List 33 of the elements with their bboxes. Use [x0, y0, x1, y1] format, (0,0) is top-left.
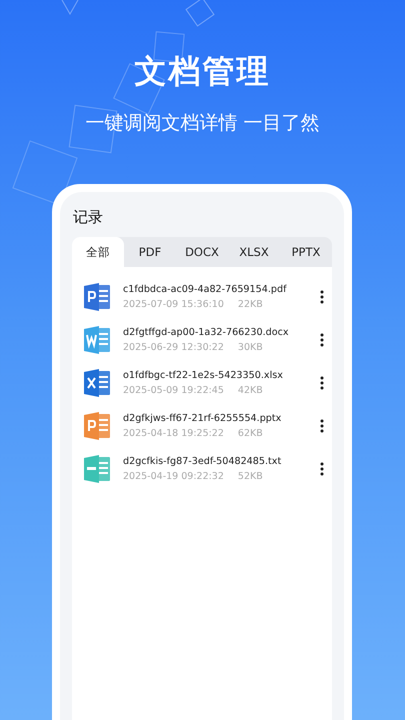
more-icon[interactable]	[320, 332, 324, 346]
file-size: 62KB	[238, 428, 263, 438]
file-date: 2025-04-19 09:22:32	[123, 470, 224, 482]
document-icon	[84, 368, 112, 398]
tab[interactable]: 全部	[72, 237, 124, 267]
screen-title: 记录	[73, 208, 104, 227]
tab[interactable]: DOCX	[176, 237, 228, 267]
file-date: 2025-05-09 19:22:45	[123, 384, 224, 396]
headline: 文档管理	[134, 51, 270, 92]
tab[interactable]: PPTX	[280, 237, 332, 267]
file-date: 2025-07-09 15:36:10	[123, 298, 224, 310]
more-icon[interactable]	[320, 462, 324, 476]
file-size: 42KB	[238, 384, 263, 396]
document-icon	[84, 282, 112, 312]
subtitle: 一键调阅文档详情 一目了然	[85, 111, 320, 136]
file-name: o1fdfbgc-tf22-1e2s-5423350.xlsx	[123, 370, 284, 380]
file-size: 52KB	[238, 470, 263, 482]
document-icon	[84, 324, 112, 354]
more-icon[interactable]	[320, 290, 324, 304]
tab[interactable]: XLSX	[228, 237, 280, 267]
tab[interactable]: PDF	[124, 237, 176, 267]
file-name: d2gcfkis-fg87-3edf-50482485.txt	[123, 456, 282, 466]
document-icon	[84, 410, 112, 440]
file-size: 22KB	[238, 298, 263, 310]
document-icon	[84, 454, 112, 484]
file-date: 2025-04-18 19:25:22	[123, 428, 224, 438]
file-date: 2025-06-29 12:30:22	[123, 342, 224, 352]
file-name: d2gfkjws-ff67-21rf-6255554.pptx	[123, 412, 282, 424]
more-icon[interactable]	[320, 376, 324, 390]
more-icon[interactable]	[320, 418, 324, 432]
file-size: 30KB	[238, 342, 263, 352]
file-name: d2fgtffgd-ap00-1a32-766230.docx	[123, 326, 290, 338]
file-name: c1fdbdca-ac09-4a82-7659154.pdf	[123, 284, 288, 294]
